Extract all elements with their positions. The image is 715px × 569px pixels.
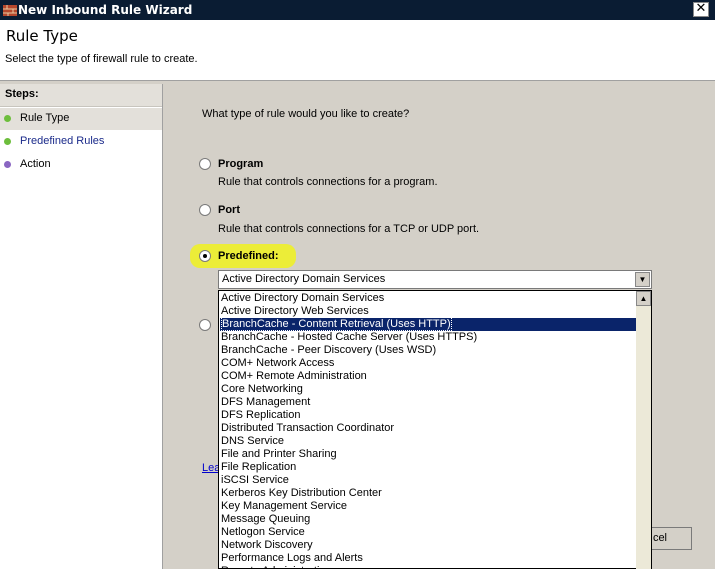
dropdown-option-label: BranchCache - Peer Discovery (Uses WSD): [221, 344, 437, 356]
dropdown-option-label: Message Queuing: [221, 513, 311, 525]
predefined-combobox-value: Active Directory Domain Services: [222, 273, 386, 285]
dropdown-option-label: Kerberos Key Distribution Center: [221, 487, 382, 499]
dropdown-option[interactable]: Netlogon Service: [221, 526, 637, 539]
steps-heading: Steps:: [0, 84, 162, 107]
close-button[interactable]: ✕: [693, 2, 709, 17]
step-action[interactable]: Action: [0, 154, 162, 176]
firewall-icon: [3, 5, 17, 16]
page-title: Rule Type: [6, 27, 78, 45]
dropdown-scrollbar[interactable]: ▲: [636, 291, 651, 569]
dropdown-option[interactable]: File and Printer Sharing: [221, 448, 637, 461]
dropdown-option-label: Netlogon Service: [221, 526, 305, 538]
step-predefined-rules[interactable]: Predefined Rules: [0, 131, 162, 153]
port-description: Rule that controls connections for a TCP…: [218, 223, 480, 235]
dropdown-option[interactable]: Message Queuing: [221, 513, 637, 526]
dropdown-option[interactable]: Distributed Transaction Coordinator: [221, 422, 637, 435]
step-rule-type[interactable]: Rule Type: [0, 108, 162, 130]
scroll-up-icon[interactable]: ▲: [636, 291, 651, 306]
step-label: Predefined Rules: [20, 135, 105, 147]
custom-radio[interactable]: [199, 319, 211, 331]
predefined-dropdown-list[interactable]: Active Directory Domain Services Active D…: [218, 290, 652, 569]
dropdown-option-label: Core Networking: [221, 383, 303, 395]
dropdown-option-label: File Replication: [221, 461, 297, 473]
dropdown-option-label: DFS Replication: [221, 409, 301, 421]
dropdown-option-label: File and Printer Sharing: [221, 448, 337, 460]
program-description: Rule that controls connections for a pro…: [218, 176, 438, 188]
dropdown-option[interactable]: BranchCache - Hosted Cache Server (Uses …: [221, 331, 637, 344]
dropdown-option[interactable]: Active Directory Domain Services: [221, 292, 637, 305]
step-label: Rule Type: [20, 112, 70, 124]
dropdown-option-label: Network Discovery: [221, 539, 313, 551]
dropdown-option[interactable]: Performance Logs and Alerts: [221, 552, 637, 565]
dropdown-option[interactable]: DFS Management: [221, 396, 637, 409]
dropdown-option-label: BranchCache - Hosted Cache Server (Uses …: [221, 331, 478, 343]
step-dot-icon: [4, 115, 11, 122]
port-label[interactable]: Port: [218, 204, 240, 216]
dropdown-option-label: COM+ Remote Administration: [221, 370, 367, 382]
dropdown-option-label: Active Directory Web Services: [221, 305, 369, 317]
program-radio[interactable]: [199, 158, 211, 170]
step-label: Action: [20, 158, 51, 170]
dropdown-option[interactable]: Core Networking: [221, 383, 637, 396]
title-bar: New Inbound Rule Wizard ✕: [0, 0, 715, 20]
wizard-header: Rule Type Select the type of firewall ru…: [0, 20, 715, 81]
steps-panel: Steps: Rule Type Predefined Rules Action: [0, 84, 163, 569]
dropdown-option[interactable]: COM+ Network Access: [221, 357, 637, 370]
dropdown-option-label: iSCSI Service: [221, 474, 289, 486]
page-subtitle: Select the type of firewall rule to crea…: [5, 53, 198, 65]
dropdown-option[interactable]: Network Discovery: [221, 539, 637, 552]
dropdown-option[interactable]: Key Management Service: [221, 500, 637, 513]
steps-heading-label: Steps:: [5, 88, 39, 100]
step-dot-icon: [4, 161, 11, 168]
dropdown-option[interactable]: COM+ Remote Administration: [221, 370, 637, 383]
step-dot-icon: [4, 138, 11, 145]
dropdown-option[interactable]: DNS Service: [221, 435, 637, 448]
dropdown-option[interactable]: Remote Administration: [221, 565, 637, 568]
dropdown-option-label: DFS Management: [221, 396, 311, 408]
dropdown-option-label: Active Directory Domain Services: [221, 292, 385, 304]
dropdown-option-label: DNS Service: [221, 435, 284, 447]
dropdown-option-label: Remote Administration: [221, 565, 332, 568]
dropdown-option-label: BranchCache - Content Retrieval (Uses HT…: [221, 317, 452, 331]
dropdown-option-label: Key Management Service: [221, 500, 347, 512]
predefined-label[interactable]: Predefined:: [218, 250, 279, 262]
rule-type-question: What type of rule would you like to crea…: [202, 108, 410, 120]
dropdown-option-label: Distributed Transaction Coordinator: [221, 422, 395, 434]
dropdown-option-label: COM+ Network Access: [221, 357, 335, 369]
predefined-combobox[interactable]: Active Directory Domain Services ▼: [218, 270, 652, 289]
dropdown-option[interactable]: Kerberos Key Distribution Center: [221, 487, 637, 500]
window-title: New Inbound Rule Wizard: [18, 3, 193, 17]
dropdown-option[interactable]: BranchCache - Content Retrieval (Uses HT…: [220, 317, 637, 331]
port-radio[interactable]: [199, 204, 211, 216]
dropdown-option[interactable]: BranchCache - Peer Discovery (Uses WSD): [221, 344, 637, 357]
program-label[interactable]: Program: [218, 158, 263, 170]
dropdown-option[interactable]: File Replication: [221, 461, 637, 474]
dropdown-option[interactable]: iSCSI Service: [221, 474, 637, 487]
predefined-radio[interactable]: [199, 250, 211, 262]
dropdown-option-label: Performance Logs and Alerts: [221, 552, 363, 564]
dropdown-option[interactable]: DFS Replication: [221, 409, 637, 422]
chevron-down-icon[interactable]: ▼: [635, 272, 650, 287]
